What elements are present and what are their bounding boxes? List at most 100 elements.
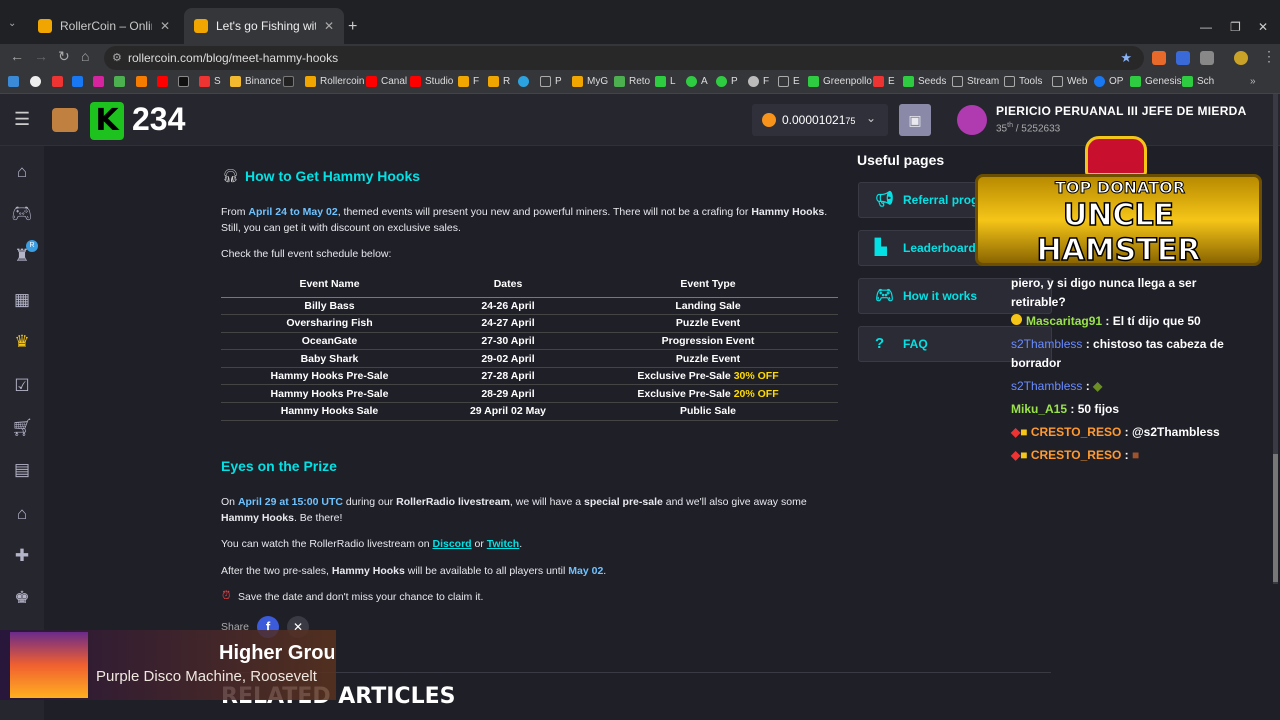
gamepad-icon[interactable]: 🎮︎ — [10, 202, 34, 226]
gift-icon[interactable]: ✚ — [10, 544, 34, 568]
bookmark-item[interactable]: E — [778, 76, 800, 87]
availability-paragraph: After the two pre-sales, Hammy Hooks wil… — [221, 565, 607, 577]
bookmark-item[interactable]: Binance — [230, 76, 281, 87]
more-bookmarks-icon[interactable]: » — [1250, 76, 1256, 87]
close-window-icon[interactable]: ✕ — [1258, 20, 1268, 34]
badge-icon — [1011, 314, 1022, 325]
extensions-puzzle-icon[interactable] — [1200, 51, 1214, 65]
site-info-icon[interactable]: ⚙ — [112, 46, 122, 70]
cart-icon[interactable]: 🛒︎ — [10, 416, 34, 440]
bookmark-item[interactable]: Studio — [410, 76, 453, 87]
bookmark-item[interactable]: Rollercoin — [305, 76, 364, 87]
bookmark-item[interactable]: OP — [1094, 76, 1123, 87]
home-icon[interactable]: ⌂ — [81, 48, 89, 64]
bookmark-item[interactable]: A — [686, 76, 708, 87]
section-title-how-to-get: How to Get Hammy Hooks — [245, 168, 421, 184]
bookmark-x-icon[interactable] — [178, 76, 193, 87]
table-row: Baby Shark 29-02 April Puzzle Event — [221, 349, 838, 368]
address-bar[interactable]: ⚙ rollercoin.com/blog/meet-hammy-hooks ★ — [104, 46, 1144, 70]
badge-icon: ◆ — [1011, 425, 1021, 439]
badge-icon: ◆ — [1011, 448, 1021, 462]
bank-icon[interactable]: ⌂ — [10, 502, 34, 526]
extension-icon[interactable] — [1152, 51, 1166, 65]
bookmark-item[interactable]: Stream — [952, 76, 999, 87]
tab-hammy-hooks[interactable]: Let's go Fishing with Hammy H ✕ — [184, 8, 344, 44]
username[interactable]: PIERICIO PERUANAL III JEFE DE MIERDA — [996, 104, 1247, 118]
bookmark-facebook-icon[interactable] — [72, 76, 87, 87]
bookmark-instagram-icon[interactable] — [93, 76, 108, 87]
user-avatar[interactable] — [957, 105, 987, 135]
emote-icon: ◆ — [1093, 379, 1103, 393]
bookmark-youtube-icon[interactable] — [157, 76, 172, 87]
bookmark-icon[interactable] — [30, 76, 45, 87]
bitcoin-icon — [762, 113, 776, 127]
album-art-image — [10, 632, 88, 698]
forward-icon[interactable]: → — [34, 48, 48, 64]
song-artist: Purple Disco Machine, Roosevelt — [96, 668, 317, 685]
donator-name: UNCLE HAMSTER — [1036, 197, 1201, 269]
table-row: OceanGate 27-30 April Progression Event — [221, 332, 838, 351]
bookmark-telegram-icon[interactable] — [518, 76, 533, 87]
section-title-eyes-on-prize: Eyes on the Prize — [221, 458, 337, 474]
twitch-link[interactable]: Twitch — [487, 538, 519, 550]
menu-dots-icon[interactable]: ⋮ — [1262, 48, 1276, 65]
badge-icon: ■ — [1020, 425, 1028, 439]
bookmark-apps-icon[interactable] — [8, 76, 23, 87]
tab-rollercoin[interactable]: RollerCoin – Online Bitcoin Mini ✕ — [28, 8, 180, 44]
calendar-icon[interactable]: ▦ — [10, 288, 34, 312]
bookmark-item[interactable]: Web — [1052, 76, 1087, 87]
table-row: Hammy Hooks Pre-Sale 27-28 April Exclusive… — [221, 367, 838, 386]
tab-search-icon[interactable]: ⌄ — [8, 18, 16, 29]
trophy-icon[interactable]: ♚ — [10, 586, 34, 610]
bookmark-item[interactable]: Sch — [1182, 76, 1214, 87]
extension-icon[interactable] — [1176, 51, 1190, 65]
balance-dropdown[interactable]: 0.0000102175 ⌄ — [752, 104, 888, 136]
bookmark-item[interactable]: Genesis — [1130, 76, 1182, 87]
home-icon[interactable]: ⌂ — [10, 160, 34, 184]
chevron-down-icon: ⌄ — [866, 111, 877, 125]
discord-link[interactable]: Discord — [432, 538, 471, 550]
bookmark-icon[interactable] — [136, 76, 151, 87]
bookmark-item[interactable]: S — [199, 76, 221, 87]
hamburger-menu-icon[interactable]: ☰ — [14, 109, 30, 130]
useful-pages-title: Useful pages — [857, 152, 945, 168]
megaphone-icon: 📢︎ — [875, 191, 895, 208]
bookmark-item[interactable]: P — [716, 76, 738, 87]
wallet-icon[interactable]: ▣ — [899, 104, 931, 136]
browser-tab-bar: ⌄ RollerCoin – Online Bitcoin Mini ✕ Let… — [0, 0, 1280, 44]
prize-paragraph: On April 29 at 15:00 UTC during our Roll… — [221, 496, 807, 524]
bookmark-item[interactable]: Seeds — [903, 76, 946, 87]
bookmark-icon[interactable] — [283, 76, 298, 87]
scrollbar-thumb[interactable] — [1273, 454, 1278, 582]
bookmark-star-icon[interactable]: ★ — [1120, 46, 1132, 70]
bookmark-item[interactable]: E — [873, 76, 895, 87]
minimize-icon[interactable]: — — [1200, 20, 1212, 34]
bookmark-item[interactable]: Canal — [366, 76, 407, 87]
bookmark-item[interactable]: Reto — [614, 76, 650, 87]
bookmark-item[interactable]: F — [748, 76, 769, 87]
close-tab-icon[interactable]: ✕ — [160, 19, 170, 33]
alarm-clock-icon: ⏰︎ — [222, 590, 231, 602]
chat-message: ◆■ CRESTO_RESO : @s2Thambless — [1011, 425, 1220, 439]
bookmark-item[interactable]: Greenpollo — [808, 76, 872, 87]
reload-icon[interactable]: ↻ — [58, 48, 70, 65]
bookmark-item[interactable]: MyG — [572, 76, 608, 87]
bookmark-item[interactable]: Tools — [1004, 76, 1042, 87]
bookmark-item[interactable]: F — [458, 76, 479, 87]
bookmark-item[interactable]: P — [540, 76, 562, 87]
restore-icon[interactable]: ❐ — [1230, 20, 1241, 34]
now-playing-overlay: Higher Grou Purple Disco Machine, Roosev… — [0, 630, 336, 700]
bookmark-icon[interactable] — [114, 76, 129, 87]
bookmark-icon[interactable] — [52, 76, 67, 87]
tasks-icon[interactable]: ☑ — [10, 374, 34, 398]
inventory-icon[interactable]: ▤ — [10, 458, 34, 482]
bookmark-item[interactable]: L — [655, 76, 676, 87]
bookmark-item[interactable]: R — [488, 76, 510, 87]
table-row: Hammy Hooks Sale 29 April 02 May Public Sa… — [221, 402, 838, 421]
schedule-intro: Check the full event schedule below: — [221, 248, 392, 260]
back-icon[interactable]: ← — [10, 48, 24, 64]
crown-icon[interactable]: ♛ — [10, 330, 34, 354]
new-tab-icon[interactable]: + — [348, 18, 357, 36]
close-tab-icon[interactable]: ✕ — [324, 19, 334, 33]
profile-avatar-icon[interactable] — [1234, 51, 1248, 65]
